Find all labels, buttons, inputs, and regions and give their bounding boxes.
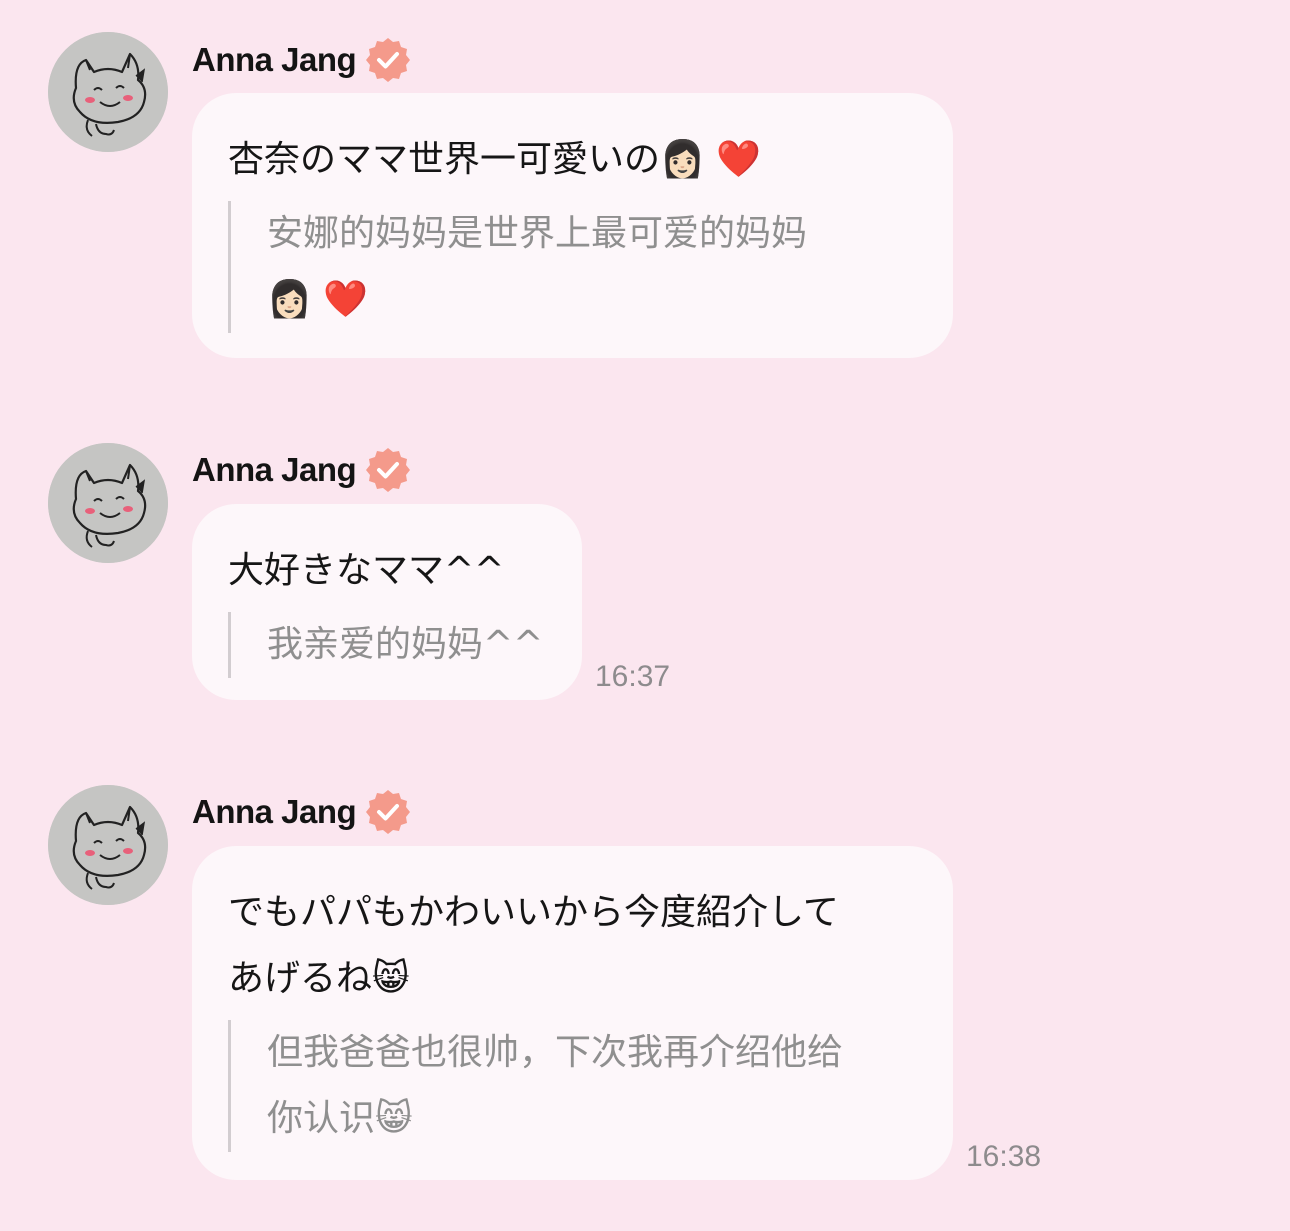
sender-row: Anna Jang xyxy=(192,445,413,495)
sender-row: Anna Jang xyxy=(192,787,413,837)
message-bubble[interactable]: でもパパもかわいいから今度紹介して あげるね😸 但我爸爸也很帅，下次我再介绍他给… xyxy=(192,846,953,1180)
original-text: でもパパもかわいいから今度紹介して あげるね😸 xyxy=(228,892,839,999)
message-time: 16:37 xyxy=(595,660,671,693)
sender-name[interactable]: Anna Jang xyxy=(192,451,357,489)
translation-text: 我亲爱的妈妈^^ xyxy=(228,612,546,678)
avatar[interactable] xyxy=(48,785,168,905)
verified-badge-icon xyxy=(364,36,413,84)
sender-name[interactable]: Anna Jang xyxy=(192,41,357,79)
translation-text: 安娜的妈妈是世界上最可爱的妈妈 👩🏻 ❤️ xyxy=(228,201,917,333)
sender-row: Anna Jang xyxy=(192,35,413,85)
cat-doodle-icon xyxy=(48,443,168,563)
cat-doodle-icon xyxy=(48,785,168,905)
sender-name[interactable]: Anna Jang xyxy=(192,793,357,831)
message-bubble[interactable]: 大好きなママ^^ 我亲爱的妈妈^^ xyxy=(192,504,582,700)
translation-text: 但我爸爸也很帅，下次我再介绍他给 你认识😸 xyxy=(228,1020,917,1152)
avatar[interactable] xyxy=(48,32,168,152)
cat-doodle-icon xyxy=(48,32,168,152)
verified-badge-icon xyxy=(364,446,413,494)
avatar[interactable] xyxy=(48,443,168,563)
original-text: 杏奈のママ世界一可愛いの👩🏻 ❤️ xyxy=(228,139,762,180)
original-text: 大好きなママ^^ xyxy=(228,550,505,591)
message-bubble[interactable]: 杏奈のママ世界一可愛いの👩🏻 ❤️ 安娜的妈妈是世界上最可爱的妈妈 👩🏻 ❤️ xyxy=(192,93,953,358)
verified-badge-icon xyxy=(364,788,413,836)
message-time: 16:38 xyxy=(966,1140,1042,1173)
